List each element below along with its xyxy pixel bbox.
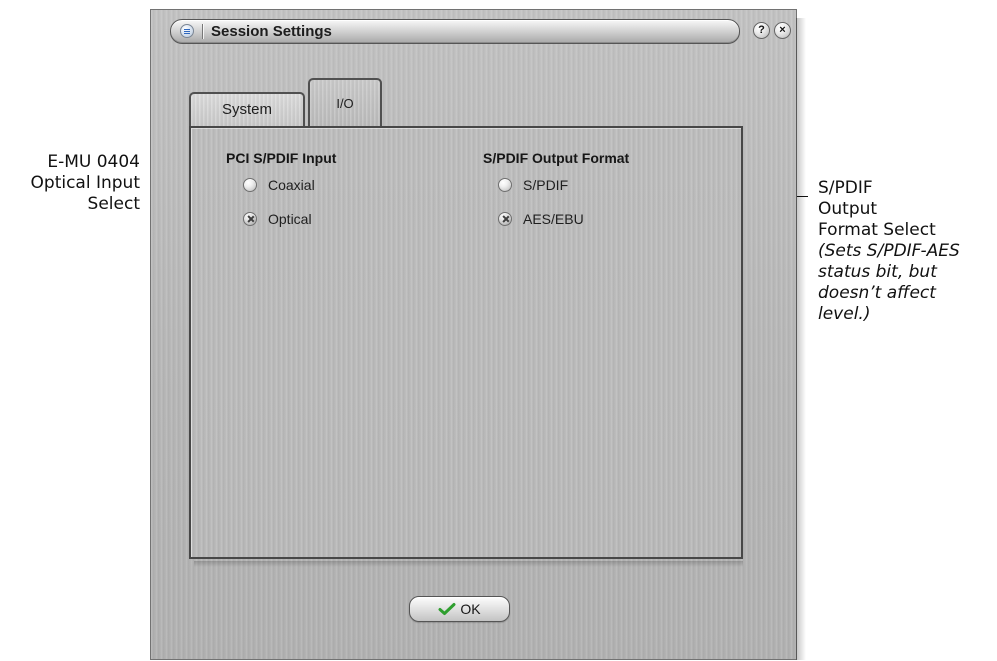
help-button[interactable]: ?: [753, 22, 770, 39]
tab-io[interactable]: I/O: [308, 78, 382, 126]
title-divider: [202, 24, 203, 39]
right-callout-line-6: doesn’t affect: [818, 283, 936, 303]
menu-icon-line: [184, 33, 190, 34]
tab-io-label: I/O: [336, 96, 354, 111]
radio-unselected-icon: [243, 178, 257, 192]
right-callout-line-5: status bit, but: [818, 262, 937, 282]
spdif-label: S/PDIF: [523, 177, 569, 193]
close-button[interactable]: ×: [774, 22, 791, 39]
right-callout-line-3: Format Select: [818, 220, 936, 240]
coaxial-label: Coaxial: [268, 177, 315, 193]
pci-spdif-input-title: PCI S/PDIF Input: [226, 150, 337, 166]
radio-unselected-icon: [498, 178, 512, 192]
radio-selected-icon: [243, 212, 257, 226]
spdif-output-format-title: S/PDIF Output Format: [483, 150, 630, 166]
coaxial-radio-option[interactable]: Coaxial: [243, 176, 315, 194]
window-menu-icon[interactable]: [180, 24, 194, 38]
optical-radio-option[interactable]: Optical: [243, 210, 312, 228]
tab-system[interactable]: System: [189, 92, 305, 126]
right-callout-line-4: (Sets S/PDIF-AES: [818, 241, 960, 261]
help-icon: ?: [758, 24, 765, 36]
window-titlebar: Session Settings: [170, 19, 740, 44]
right-callout-text: S/PDIF Output Format Select (Sets S/PDIF…: [818, 178, 960, 325]
check-icon: [438, 603, 456, 615]
ok-button[interactable]: OK: [409, 596, 510, 622]
close-icon: ×: [779, 24, 786, 36]
menu-icon-line: [184, 31, 190, 32]
ok-label: OK: [460, 601, 481, 617]
spdif-radio-option[interactable]: S/PDIF: [498, 176, 568, 194]
radio-selected-icon: [498, 212, 512, 226]
window-title: Session Settings: [211, 23, 332, 40]
aes-ebu-label: AES/EBU: [523, 211, 584, 227]
left-callout-line-1: E-MU 0404: [47, 152, 140, 172]
left-callout-text: E-MU 0404 Optical Input Select: [31, 152, 140, 215]
right-callout-line-2: Output: [818, 199, 878, 219]
aes-ebu-radio-option[interactable]: AES/EBU: [498, 210, 584, 228]
left-callout-line-3: Select: [87, 194, 140, 214]
left-callout-line-2: Optical Input: [30, 173, 140, 193]
optical-label: Optical: [268, 211, 312, 227]
menu-icon-line: [184, 29, 190, 30]
tab-system-label: System: [221, 101, 272, 118]
session-settings-window: Session Settings ? × System I/O PCI S/PD…: [150, 9, 806, 660]
screenshot-stage: E-MU 0404 Optical Input Select S/PDIF Ou…: [0, 0, 997, 661]
right-callout-line-1: S/PDIF: [818, 178, 873, 198]
tab-panel-shadow: [194, 561, 743, 567]
right-callout-line-7: level.): [818, 304, 871, 324]
